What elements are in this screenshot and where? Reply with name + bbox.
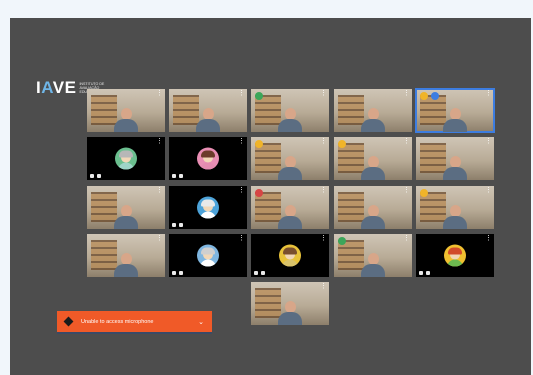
more-options-icon[interactable]: ⋮ [238,187,245,194]
logo-mark: IAVE [36,78,77,97]
chevron-down-icon[interactable]: ⌄ [198,318,204,326]
more-options-icon[interactable]: ⋮ [485,187,492,194]
more-options-icon[interactable]: ⋮ [156,90,163,97]
warning-icon [63,316,74,327]
participant-video [441,106,469,132]
reaction-badge-icon [255,92,263,100]
participant-tile[interactable]: ⋮ [416,234,494,277]
participant-video [194,106,222,132]
participant-avatar-icon [197,196,219,219]
participant-avatar-icon [197,244,219,267]
participant-avatar-icon [279,244,301,267]
muted-status-icons [419,271,430,275]
microphone-error-banner[interactable]: Unable to access microphone ⌄ [57,311,212,334]
participant-tile[interactable]: ⋮ [169,89,247,132]
more-options-icon[interactable]: ⋮ [156,187,163,194]
participant-video [276,154,304,180]
participant-tile[interactable]: ⋮ [251,137,329,180]
more-options-icon[interactable]: ⋮ [238,90,245,97]
reaction-badge-icon [255,140,263,148]
participant-video [359,106,387,132]
participant-tile[interactable]: ⋮ [87,137,165,180]
participant-tile[interactable]: ⋮ [334,137,412,180]
participant-video [112,251,140,277]
more-options-icon[interactable]: ⋮ [485,90,492,97]
participant-tile[interactable]: ⋮ [169,234,247,277]
more-options-icon[interactable]: ⋮ [403,187,410,194]
participant-video [441,154,469,180]
participant-video [276,299,304,325]
more-options-icon[interactable]: ⋮ [403,138,410,145]
participant-video [276,203,304,229]
participant-video [359,203,387,229]
participant-tile[interactable]: ⋮ [251,89,329,132]
muted-status-icons [172,271,183,275]
more-options-icon[interactable]: ⋮ [403,90,410,97]
muted-status-icons [90,174,101,178]
participant-tile[interactable]: ⋮ [334,186,412,229]
participant-tile[interactable]: ⋮ [251,282,329,325]
banner-message: Unable to access microphone [81,318,154,325]
more-options-icon[interactable]: ⋮ [320,90,327,97]
more-options-icon[interactable]: ⋮ [403,235,410,242]
participant-tile[interactable]: ⋮ [87,89,165,132]
raised-hand-icon [431,92,439,100]
participant-tile[interactable]: ⋮ [87,234,165,277]
more-options-icon[interactable]: ⋮ [156,138,163,145]
participant-video [359,154,387,180]
participant-video [276,106,304,132]
reaction-badge-icon [420,189,428,197]
participant-tile[interactable]: ⋮ [416,137,494,180]
participant-tile[interactable]: ⋮ [251,186,329,229]
participant-video [112,106,140,132]
participant-avatar-icon [115,147,137,170]
participant-tile[interactable]: ⋮ [416,186,494,229]
muted-status-icons [172,223,183,227]
more-options-icon[interactable]: ⋮ [320,283,327,290]
participant-tile[interactable]: ⋮ [334,234,412,277]
reaction-badge-icon [338,140,346,148]
more-options-icon[interactable]: ⋮ [320,187,327,194]
reaction-badge-icon [338,237,346,245]
reaction-badge-icon [255,189,263,197]
participant-video [359,251,387,277]
more-options-icon[interactable]: ⋮ [485,138,492,145]
more-options-icon[interactable]: ⋮ [320,138,327,145]
participant-tile[interactable]: ⋮ [334,89,412,132]
participant-tile[interactable]: ⋮ [87,186,165,229]
more-options-icon[interactable]: ⋮ [320,235,327,242]
more-options-icon[interactable]: ⋮ [156,235,163,242]
more-options-icon[interactable]: ⋮ [238,138,245,145]
more-options-icon[interactable]: ⋮ [485,235,492,242]
participant-avatar-icon [444,244,466,267]
reaction-badge-icon [420,92,428,100]
participant-avatar-icon [197,147,219,170]
participant-video [441,203,469,229]
participant-tile[interactable]: ⋮ [251,234,329,277]
muted-status-icons [172,174,183,178]
muted-status-icons [254,271,265,275]
participant-video [112,203,140,229]
participant-tile[interactable]: ⋮ [415,88,495,133]
more-options-icon[interactable]: ⋮ [238,235,245,242]
participant-tile[interactable]: ⋮ [169,186,247,229]
participant-tile[interactable]: ⋮ [169,137,247,180]
